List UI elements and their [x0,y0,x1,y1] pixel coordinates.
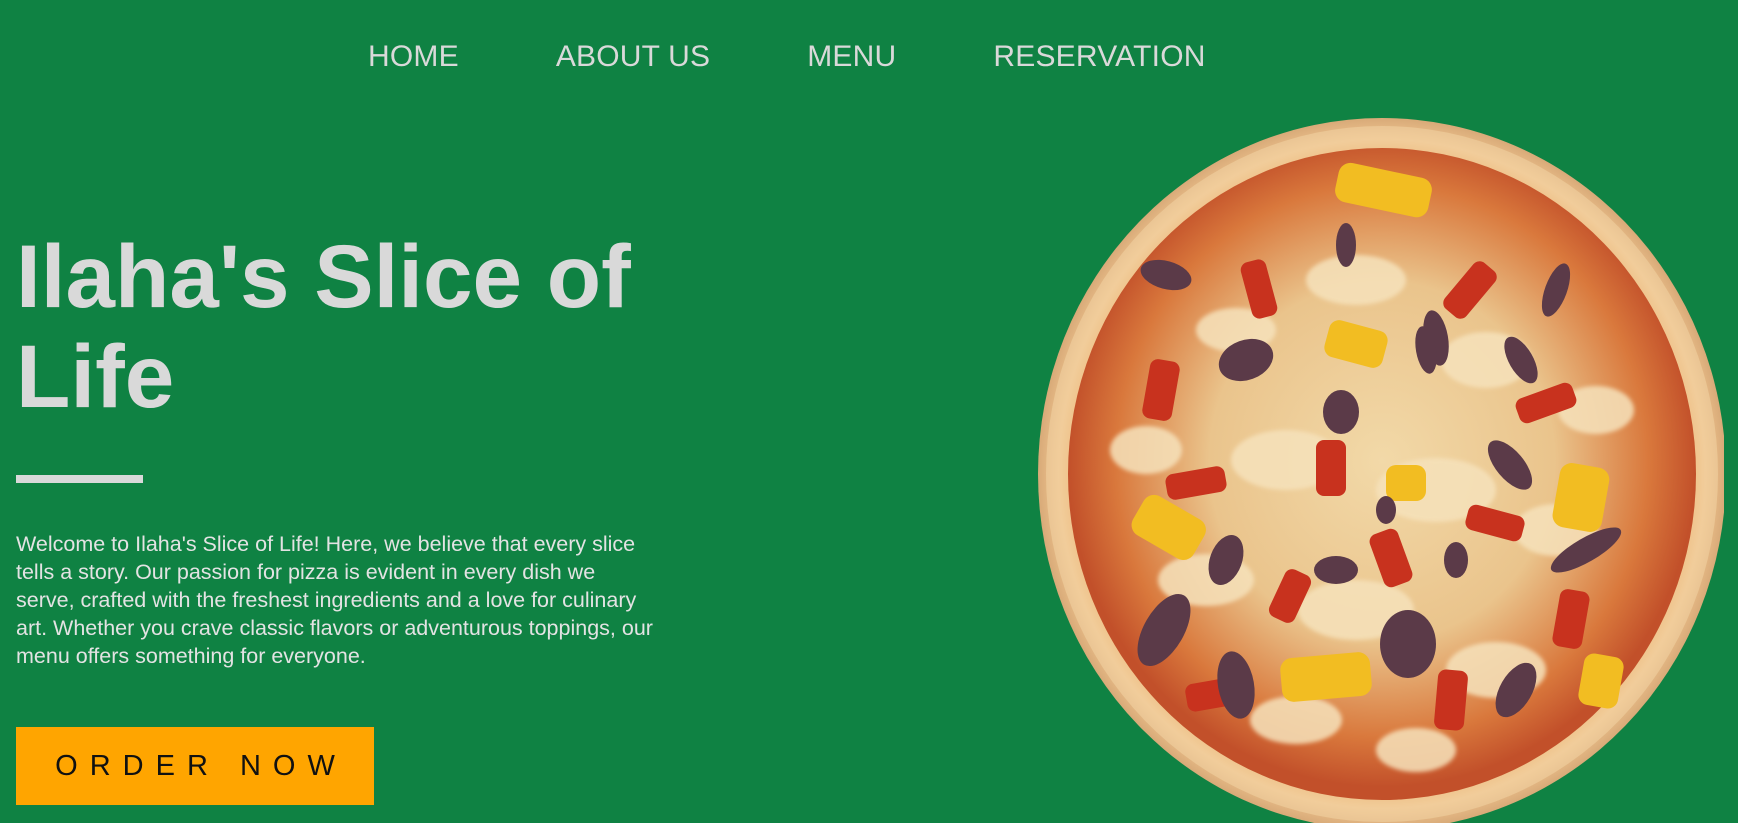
order-now-button[interactable]: ORDER NOW [16,727,374,805]
hero-divider [16,475,143,483]
main-nav: HOME ABOUT US MENU RESERVATION [368,42,1206,72]
hero-title: Ilaha's Slice of Life [16,226,631,426]
pizza-image [1038,118,1724,823]
landing-page: HOME ABOUT US MENU RESERVATION Ilaha's S… [0,0,1738,823]
nav-link-about-us[interactable]: ABOUT US [556,42,710,72]
nav-link-menu[interactable]: MENU [807,42,896,72]
nav-link-reservation[interactable]: RESERVATION [993,42,1205,72]
nav-link-home[interactable]: HOME [368,42,459,72]
hero-description: Welcome to Ilaha's Slice of Life! Here, … [16,532,653,668]
